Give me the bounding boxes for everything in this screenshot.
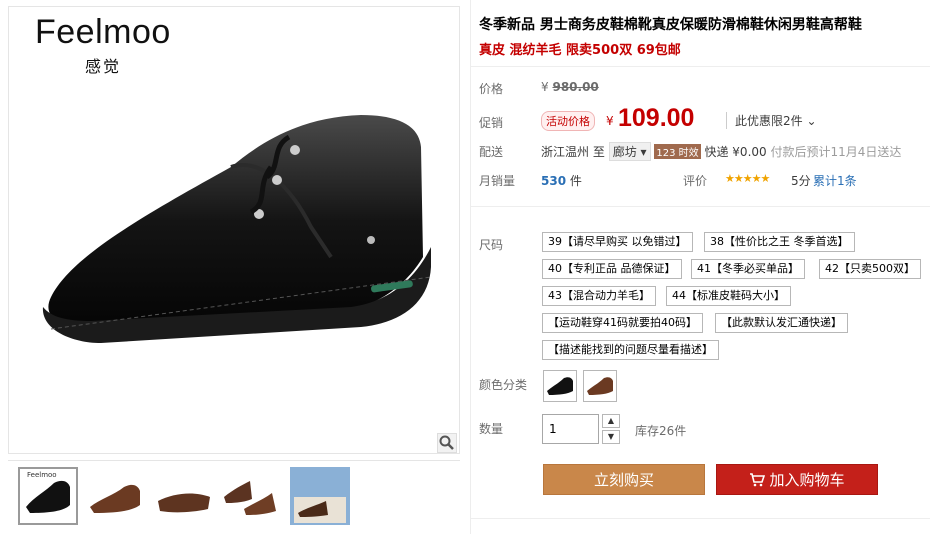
quantity-decrease-icon[interactable]: ▼ xyxy=(602,430,620,444)
brown-boot-icon xyxy=(587,377,613,395)
brown-boot-pair-thumb-icon xyxy=(224,481,276,515)
stock-count: 库存26件 xyxy=(635,424,687,438)
size-option-note-2[interactable]: 【此款默认发汇通快递】 xyxy=(715,313,848,333)
product-info-panel: 冬季新品 男士商务皮鞋棉靴真皮保暖防滑棉鞋休闲男鞋高帮鞋 真皮 混纺羊毛 限卖5… xyxy=(470,0,930,534)
rating-score: 5分 xyxy=(791,174,811,188)
promo-badge: 活动价格 xyxy=(541,111,595,131)
thumbnail-strip: Feelmoo xyxy=(8,460,460,526)
thumbnail-2[interactable] xyxy=(86,467,146,525)
size-label: 尺码 xyxy=(479,238,504,252)
delivery-estimate: 付款后预计11月4日送达 xyxy=(770,145,902,159)
quantity-input[interactable]: 1 xyxy=(542,414,599,444)
divider xyxy=(471,206,930,207)
add-to-cart-label: 加入购物车 xyxy=(769,471,845,489)
brown-boot-side-thumb-icon xyxy=(158,493,210,513)
chevron-down-icon: ▾ xyxy=(640,145,647,159)
divider xyxy=(471,518,930,519)
rating-stars-icon: ★★★★★ xyxy=(725,172,770,185)
delivery-time-badge: 123 时效 xyxy=(654,144,701,159)
ship-to-city-text: 廊坊 xyxy=(612,145,637,159)
size-option-43[interactable]: 43【混合动力羊毛】 xyxy=(542,286,656,306)
thumbnail-1[interactable]: Feelmoo xyxy=(18,467,78,525)
size-option-41[interactable]: 41【冬季必买单品】 xyxy=(691,259,805,279)
thumbnail-5[interactable] xyxy=(290,467,350,525)
shipping-info: 浙江温州 至 廊坊 ▾ 123 时效 快递 ¥0.00 付款后预计11月4日送达 xyxy=(541,142,901,161)
size-option-40[interactable]: 40【专利正品 品德保证】 xyxy=(542,259,682,279)
sales-label: 月销量 xyxy=(479,174,516,188)
quantity-label: 数量 xyxy=(479,422,504,436)
chevron-down-icon: ⌄ xyxy=(806,114,817,128)
product-subtitle: 真皮 混纺羊毛 限卖500双 69包邮 xyxy=(479,43,681,58)
size-option-44[interactable]: 44【标准皮鞋码大小】 xyxy=(666,286,791,306)
size-option-39[interactable]: 39【请尽早购买 以免错过】 xyxy=(542,232,693,252)
original-price-value: 980.00 xyxy=(552,80,599,94)
original-price: ¥ 980.00 xyxy=(541,80,599,94)
sales-unit: 件 xyxy=(569,174,582,188)
black-boot-image xyxy=(42,115,432,343)
sales-count-value: 530 xyxy=(541,174,567,188)
divider xyxy=(471,66,930,67)
product-gallery: Feelmoo 感觉 Feelmoo xyxy=(8,6,460,534)
promo-limit-text: 此优惠限2件 xyxy=(735,114,803,128)
main-product-image[interactable]: Feelmoo 感觉 xyxy=(8,6,460,454)
add-to-cart-button[interactable]: 加入购物车 xyxy=(716,464,878,495)
ship-to-city-select[interactable]: 廊坊 ▾ xyxy=(608,142,651,161)
buy-now-button[interactable]: 立刻购买 xyxy=(543,464,705,495)
thumbnail-3[interactable] xyxy=(154,467,214,525)
ship-to-word: 至 xyxy=(592,145,605,159)
review-label: 评价 xyxy=(683,174,708,188)
collage-thumb-icon xyxy=(290,467,350,525)
express-fee: 快递 ¥0.00 xyxy=(704,145,767,159)
promo-limit-dropdown[interactable]: 此优惠限2件 ⌄ xyxy=(726,112,817,129)
brand-logo-subtext: 感觉 xyxy=(85,57,122,76)
size-option-42[interactable]: 42【只卖500双】 xyxy=(819,259,921,279)
price-currency: ¥ xyxy=(606,114,614,128)
brown-boot-thumb-icon xyxy=(90,484,140,513)
cart-icon xyxy=(750,473,766,487)
ship-from: 浙江温州 xyxy=(541,145,590,159)
black-boot-icon xyxy=(547,377,573,395)
original-price-currency: ¥ xyxy=(541,80,549,94)
thumbnail-brand-text: Feelmoo xyxy=(27,471,57,479)
shipping-label: 配送 xyxy=(479,145,504,159)
color-option-brown[interactable] xyxy=(583,370,617,402)
promo-price: 109.00 xyxy=(618,104,695,132)
size-option-note-3[interactable]: 【描述能找到的问题尽量看描述】 xyxy=(542,340,719,360)
sales-count: 530 件 xyxy=(541,172,582,189)
size-option-note-1[interactable]: 【运动鞋穿41码就要拍40码】 xyxy=(542,313,703,333)
thumbnail-4[interactable] xyxy=(220,467,280,525)
quantity-increase-icon[interactable]: ▲ xyxy=(602,414,620,428)
color-option-black[interactable] xyxy=(543,370,577,402)
price-label: 价格 xyxy=(479,82,504,96)
review-count-link[interactable]: 累计1条 xyxy=(813,172,857,189)
promo-label: 促销 xyxy=(479,116,504,130)
product-title: 冬季新品 男士商务皮鞋棉靴真皮保暖防滑棉鞋休闲男鞋高帮鞋 xyxy=(479,17,862,33)
magnifier-icon[interactable] xyxy=(437,433,457,453)
color-label: 颜色分类 xyxy=(479,378,528,392)
brand-logo-text: Feelmoo xyxy=(35,13,171,51)
size-option-38[interactable]: 38【性价比之王 冬季首选】 xyxy=(704,232,855,252)
